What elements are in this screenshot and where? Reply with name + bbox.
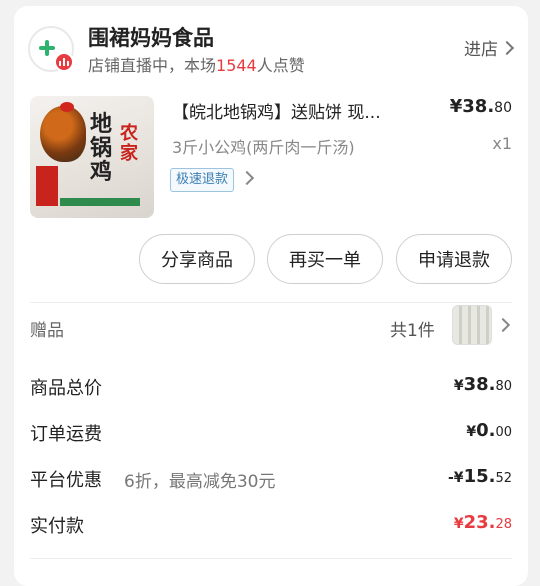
product-image[interactable]: 地锅鸡 农家 <box>30 96 154 218</box>
share-product-button[interactable]: 分享商品 <box>139 234 255 284</box>
summary-value: ¥38.80 <box>454 374 512 395</box>
gift-label: 赠品 <box>30 321 64 341</box>
request-refund-button[interactable]: 申请退款 <box>396 234 512 284</box>
enter-store-label: 进店 <box>464 40 498 60</box>
currency-sign: ¥ <box>453 516 464 532</box>
rooster-comb <box>60 102 74 112</box>
summary-label: 实付款 <box>30 516 84 537</box>
summary-label: 平台优惠 <box>30 470 102 491</box>
product-image-text: 地锅鸡 <box>90 111 113 185</box>
summary-row-shipping: 订单运费 ¥0.00 <box>30 420 512 446</box>
chevron-right-icon[interactable] <box>495 317 511 333</box>
live-icon <box>54 52 74 72</box>
summary-row-total: 商品总价 ¥38.80 <box>30 374 512 400</box>
product-price: ¥38.80 <box>450 96 512 117</box>
currency-sign: -¥ <box>448 470 464 486</box>
currency-sign: ¥ <box>453 378 464 394</box>
package-red-label <box>36 166 58 206</box>
store-logo[interactable] <box>28 26 74 72</box>
store-header[interactable]: 围裙妈妈食品 店铺直播中，本场1544人点赞 进店 <box>28 20 515 80</box>
summary-row-paid: 实付款 ¥23.28 <box>30 512 512 538</box>
order-card: 围裙妈妈食品 店铺直播中，本场1544人点赞 进店 地锅鸡 农家 【皖北地锅鸡】… <box>14 6 528 586</box>
divider <box>30 558 512 559</box>
amount-main: 15. <box>463 466 496 487</box>
amount-cents: 00 <box>495 425 512 440</box>
price-cents: 80 <box>494 100 512 116</box>
store-name[interactable]: 围裙妈妈食品 <box>88 22 214 52</box>
divider <box>30 302 512 303</box>
amount-main: 38. <box>463 374 496 395</box>
live-suffix: 人点赞 <box>256 56 305 75</box>
like-count: 1544 <box>216 56 257 75</box>
live-prefix: 店铺直播中，本场 <box>88 56 217 75</box>
amount-cents: 28 <box>495 517 512 532</box>
rooster-illustration <box>40 106 86 162</box>
chevron-right-icon <box>499 40 515 56</box>
amount-cents: 80 <box>495 379 512 394</box>
package-green-band <box>60 198 140 206</box>
product-image-tag: 农家 <box>120 123 138 164</box>
summary-label: 商品总价 <box>30 378 102 399</box>
live-status: 店铺直播中，本场1544人点赞 <box>88 52 305 76</box>
amount-cents: 52 <box>495 471 512 486</box>
discount-detail: 6折，最高减免30元 <box>124 472 276 492</box>
buy-again-button[interactable]: 再买一单 <box>267 234 383 284</box>
product-title[interactable]: 【皖北地锅鸡】送贴饼 现... <box>172 98 434 123</box>
product-spec: 3斤小公鸡(两斤肉一斤汤) <box>172 138 355 157</box>
chevron-right-icon[interactable] <box>239 170 255 186</box>
summary-row-discount: 平台优惠 6折，最高减免30元 -¥15.52 <box>30 466 512 492</box>
plus-icon <box>39 40 55 56</box>
summary-value: -¥15.52 <box>448 466 512 487</box>
amount-main: 0. <box>476 420 496 441</box>
enter-store-link[interactable]: 进店 <box>464 35 515 60</box>
product-quantity: x1 <box>492 134 512 153</box>
fast-refund-tag[interactable]: 极速退款 <box>170 168 235 192</box>
paid-amount: ¥23.28 <box>454 512 512 533</box>
summary-label: 订单运费 <box>30 424 102 445</box>
gift-thumbnail[interactable] <box>452 305 492 345</box>
price-main: ¥38. <box>449 96 495 117</box>
summary-value: ¥0.00 <box>466 420 512 441</box>
gift-count[interactable]: 共1件 <box>390 316 435 341</box>
currency-sign: ¥ <box>466 424 477 440</box>
amount-main: 23. <box>463 512 496 533</box>
